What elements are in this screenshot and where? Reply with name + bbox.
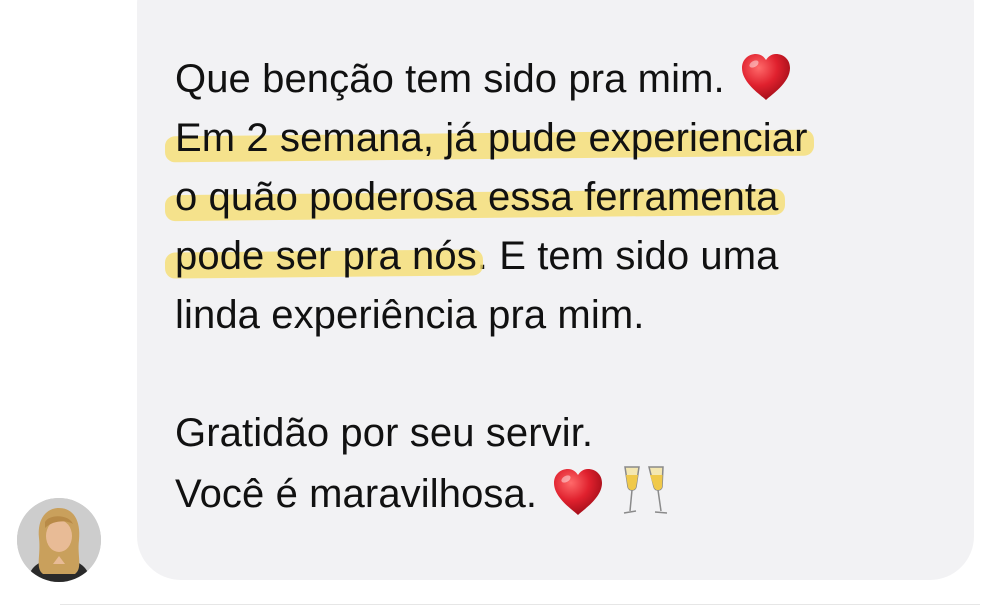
chat-screen: Que benção tem sido pra mim. Em 2 semana… bbox=[0, 0, 996, 607]
message-line-6: Gratidão por seu servir. bbox=[175, 411, 594, 455]
divider bbox=[60, 604, 980, 605]
red-heart-icon bbox=[551, 467, 605, 517]
champagne-glasses-icon bbox=[619, 463, 671, 521]
message-text: Que benção tem sido pra mim. Em 2 semana… bbox=[175, 50, 955, 522]
profile-photo-icon bbox=[17, 498, 101, 582]
highlighted-text: Em 2 semana, já pude experienciar bbox=[175, 109, 808, 168]
message-line-7: Você é maravilhosa. bbox=[175, 463, 955, 522]
avatar[interactable] bbox=[17, 498, 101, 582]
message-line-3: o quão poderosa essa ferramenta bbox=[175, 168, 955, 227]
highlighted-text: pode ser pra nós bbox=[175, 227, 477, 286]
highlighted-text: o quão poderosa essa ferramenta bbox=[175, 168, 779, 227]
red-heart-icon bbox=[739, 52, 793, 102]
message-line-4: pode ser pra nós. E tem sido uma bbox=[175, 227, 955, 286]
message-line-1: Que benção tem sido pra mim. bbox=[175, 50, 955, 109]
message-line-2: Em 2 semana, já pude experienciar bbox=[175, 109, 955, 168]
message-line-5: linda experiência pra mim. bbox=[175, 293, 645, 337]
